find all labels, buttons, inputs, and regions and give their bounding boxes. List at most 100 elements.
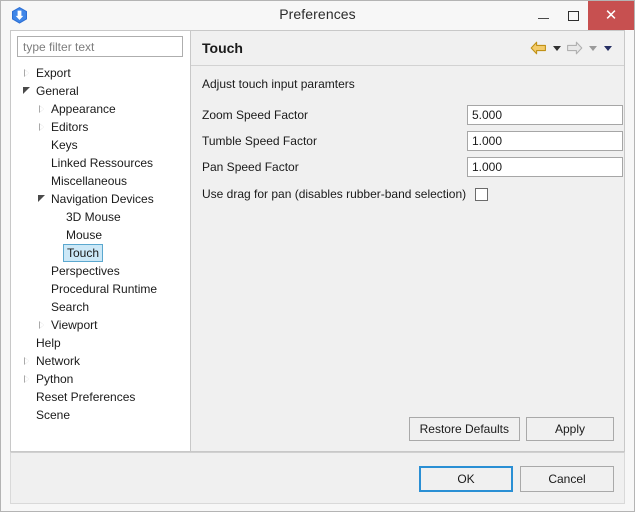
tree-item-linked-ressources[interactable]: Linked Ressources — [11, 154, 190, 172]
tree-item-label: Perspectives — [51, 264, 120, 278]
tree-item-general[interactable]: General — [11, 82, 190, 100]
page-header: Touch — [191, 31, 624, 66]
tree-item-label: Scene — [36, 408, 71, 422]
tree-item-miscellaneous[interactable]: Miscellaneous — [11, 172, 190, 190]
tree-item-procedural-runtime[interactable]: Procedural Runtime — [11, 280, 190, 298]
chevron-right-icon[interactable] — [18, 352, 34, 370]
overflow-menu-chevron-down-icon[interactable] — [601, 40, 614, 56]
tree-item-navigation-devices[interactable]: Navigation Devices — [11, 190, 190, 208]
back-arrow-icon[interactable] — [529, 40, 548, 56]
field-row: Pan Speed Factor — [202, 154, 624, 180]
tree-item-export[interactable]: Export — [11, 64, 190, 82]
minimize-button[interactable] — [528, 1, 558, 30]
maximize-icon — [567, 10, 579, 21]
maximize-button[interactable] — [558, 1, 588, 30]
tree-item-label: Export — [36, 66, 71, 80]
tree-item-3d-mouse[interactable]: 3D Mouse — [11, 208, 190, 226]
chevron-down-icon[interactable] — [18, 82, 34, 100]
field-input[interactable] — [467, 157, 623, 177]
search-input[interactable] — [17, 36, 183, 57]
tree-item-label: General — [36, 84, 79, 98]
title-bar: Preferences ✕ — [1, 1, 634, 30]
field-row: Zoom Speed Factor — [202, 102, 624, 128]
page-title: Touch — [202, 40, 243, 56]
tree-item-label: Appearance — [51, 102, 116, 116]
close-button[interactable]: ✕ — [588, 1, 634, 30]
tree-item-scene[interactable]: Scene — [11, 406, 190, 424]
chevron-right-icon[interactable] — [33, 316, 49, 334]
tree-item-viewport[interactable]: Viewport — [11, 316, 190, 334]
tree-item-appearance[interactable]: Appearance — [11, 100, 190, 118]
tree-item-label: Procedural Runtime — [51, 282, 158, 296]
page-action-buttons: Restore Defaults Apply — [408, 417, 614, 441]
tree-item-label: Help — [36, 336, 61, 350]
close-icon: ✕ — [604, 6, 618, 24]
page-content: Adjust touch input paramters Zoom Speed … — [191, 66, 624, 451]
tree-item-perspectives[interactable]: Perspectives — [11, 262, 190, 280]
chevron-right-icon[interactable] — [33, 100, 49, 118]
tree-item-editors[interactable]: Editors — [11, 118, 190, 136]
ok-button[interactable]: OK — [419, 466, 513, 492]
window-controls: ✕ — [528, 1, 634, 30]
use-drag-for-pan-checkbox[interactable] — [475, 187, 489, 201]
preference-page-panel: Touch Adjust touch input paramters Zoom … — [190, 30, 625, 452]
dialog-body: Export General Appearance Editors Keys Linked… — [1, 30, 634, 452]
tree-item-search[interactable]: Search — [11, 298, 190, 316]
tree-item-label: Python — [36, 372, 74, 386]
tree-item-keys[interactable]: Keys — [11, 136, 190, 154]
tree-item-label: Mouse — [66, 228, 103, 242]
back-menu-chevron-down-icon[interactable] — [550, 40, 563, 56]
tree-item-mouse[interactable]: Mouse — [11, 226, 190, 244]
dialog-footer: OK Cancel — [10, 452, 625, 504]
chevron-down-icon[interactable] — [33, 190, 49, 208]
tree-item-label: Viewport — [51, 318, 98, 332]
field-label: Zoom Speed Factor — [202, 108, 309, 122]
field-input[interactable] — [467, 105, 623, 125]
forward-arrow-icon — [565, 40, 584, 56]
use-drag-for-pan-row: Use drag for pan (disables rubber-band s… — [202, 182, 624, 206]
preference-tree: Export General Appearance Editors Keys Linked… — [11, 64, 190, 424]
page-description: Adjust touch input paramters — [202, 77, 355, 91]
page-navigation — [529, 40, 614, 56]
preferences-dialog: Preferences ✕ Export General Appearance Edi… — [0, 0, 635, 512]
chevron-right-icon[interactable] — [18, 370, 34, 388]
field-label: Tumble Speed Factor — [202, 134, 317, 148]
tree-item-label: Editors — [51, 120, 89, 134]
preference-tree-panel: Export General Appearance Editors Keys Linked… — [10, 30, 190, 452]
split-pane: Export General Appearance Editors Keys Linked… — [10, 30, 625, 452]
tree-item-reset-preferences[interactable]: Reset Preferences — [11, 388, 190, 406]
tree-item-label: Navigation Devices — [51, 192, 154, 206]
tree-item-label: 3D Mouse — [66, 210, 121, 224]
field-input[interactable] — [467, 131, 623, 151]
dialog-buttons: OK Cancel — [419, 466, 614, 492]
filter-container — [11, 36, 190, 57]
tree-item-label: Touch — [63, 244, 104, 262]
tree-item-help[interactable]: Help — [11, 334, 190, 352]
field-row: Tumble Speed Factor — [202, 128, 624, 154]
tree-item-network[interactable]: Network — [11, 352, 190, 370]
forward-menu-chevron-down-icon — [586, 40, 599, 56]
tree-item-label: Linked Ressources — [51, 156, 154, 170]
chevron-right-icon[interactable] — [18, 64, 34, 82]
tree-item-label: Keys — [51, 138, 78, 152]
restore-defaults-button[interactable]: Restore Defaults — [408, 417, 520, 441]
tree-item-touch[interactable]: Touch — [11, 244, 190, 262]
tree-item-label: Search — [51, 300, 90, 314]
tree-item-python[interactable]: Python — [11, 370, 190, 388]
cancel-button[interactable]: Cancel — [520, 466, 614, 492]
chevron-right-icon[interactable] — [33, 118, 49, 136]
tree-item-label: Reset Preferences — [36, 390, 136, 404]
tree-item-label: Miscellaneous — [51, 174, 128, 188]
apply-button[interactable]: Apply — [526, 417, 614, 441]
